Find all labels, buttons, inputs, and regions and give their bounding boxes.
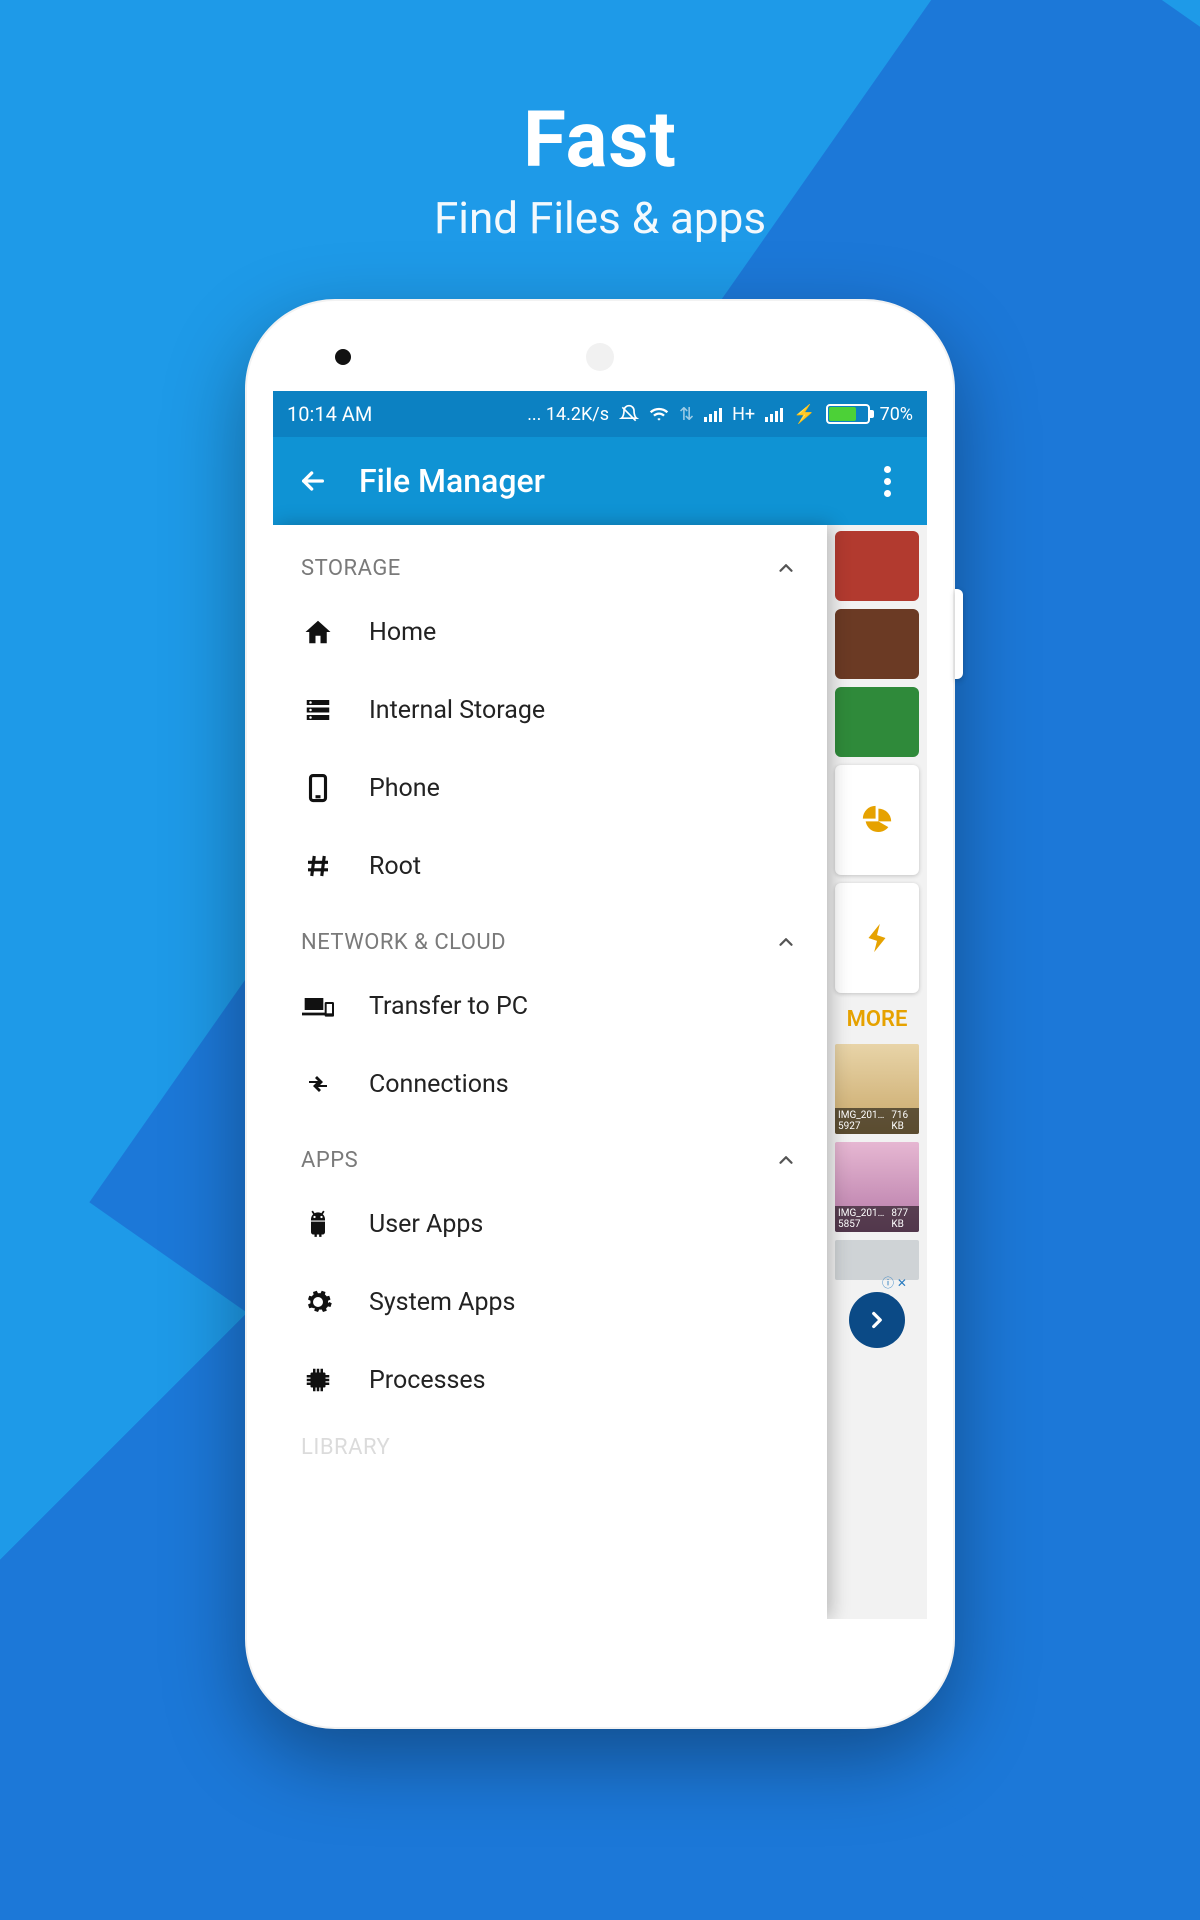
- drawer-section-header-network[interactable]: NETWORK & CLOUD: [273, 905, 827, 967]
- back-button[interactable]: [293, 461, 333, 501]
- drawer-item-label: Phone: [369, 774, 440, 803]
- main-content-underlay: MORE IMG_201…5927716 KB IMG_201…5857877 …: [827, 525, 927, 1619]
- chevron-up-icon: [773, 1147, 799, 1173]
- status-net-speed: ... 14.2K/s: [527, 404, 609, 425]
- drawer-item-label: Connections: [369, 1070, 509, 1099]
- drawer-section-header-storage[interactable]: STORAGE: [273, 525, 827, 593]
- app-title: File Manager: [359, 462, 867, 500]
- status-battery-pct: 70%: [880, 404, 913, 425]
- drawer-item-label: Root: [369, 852, 421, 881]
- device-screen: 10:14 AM ... 14.2K/s ⇅ H+ ⚡ 70%: [273, 391, 927, 1619]
- clean-card[interactable]: [835, 883, 919, 993]
- chip-icon: [301, 1363, 335, 1397]
- category-tile[interactable]: [835, 687, 919, 757]
- promo-subtitle: Find Files & apps: [0, 192, 1200, 244]
- hash-icon: [301, 849, 335, 883]
- drawer-item-system-apps[interactable]: System Apps: [273, 1263, 827, 1341]
- gear-icon: [301, 1285, 335, 1319]
- devices-icon: [301, 989, 335, 1023]
- promo-heading: Fast Find Files & apps: [0, 0, 1200, 244]
- signal-icon-2: [765, 406, 783, 422]
- section-label: STORAGE: [301, 556, 401, 581]
- signal-icon-1: [704, 406, 722, 422]
- app-bar: File Manager: [273, 437, 927, 525]
- storage-icon: [301, 693, 335, 727]
- home-icon: [301, 615, 335, 649]
- drawer-item-label: Home: [369, 618, 436, 647]
- section-label: APPS: [301, 1148, 358, 1173]
- drawer-item-root[interactable]: Root: [273, 827, 827, 905]
- drawer-section-header-peek: LIBRARY: [273, 1419, 827, 1460]
- promo-title: Fast: [0, 95, 1200, 186]
- drawer-item-label: User Apps: [369, 1210, 483, 1239]
- device-frame: 10:14 AM ... 14.2K/s ⇅ H+ ⚡ 70%: [245, 299, 955, 1729]
- drawer-section-header-apps[interactable]: APPS: [273, 1123, 827, 1185]
- image-thumb[interactable]: IMG_201…5857877 KB: [835, 1142, 919, 1232]
- drawer-item-label: Internal Storage: [369, 696, 545, 725]
- drawer-item-internal-storage[interactable]: Internal Storage: [273, 671, 827, 749]
- drawer-item-label: Processes: [369, 1366, 486, 1395]
- drawer-item-phone[interactable]: Phone: [273, 749, 827, 827]
- connections-icon: [301, 1067, 335, 1101]
- forward-fab[interactable]: [849, 1292, 905, 1348]
- status-time: 10:14 AM: [287, 402, 372, 426]
- analyze-card[interactable]: [835, 765, 919, 875]
- chevron-up-icon: [773, 929, 799, 955]
- battery-icon: [826, 404, 870, 424]
- category-tile[interactable]: [835, 609, 919, 679]
- mute-icon: [619, 404, 639, 424]
- drawer-item-connections[interactable]: Connections: [273, 1045, 827, 1123]
- chevron-up-icon: [773, 555, 799, 581]
- status-net-label: H+: [732, 404, 755, 425]
- phone-earpiece: [586, 343, 614, 371]
- wifi-icon: [649, 404, 669, 424]
- data-arrows-icon: ⇅: [679, 404, 694, 425]
- overflow-menu-button[interactable]: [867, 466, 907, 497]
- android-icon: [301, 1207, 335, 1241]
- image-thumb[interactable]: IMG_201…5927716 KB: [835, 1044, 919, 1134]
- phone-icon: [301, 771, 335, 805]
- category-tile[interactable]: [835, 531, 919, 601]
- drawer-item-transfer-pc[interactable]: Transfer to PC: [273, 967, 827, 1045]
- phone-camera: [335, 349, 351, 365]
- drawer-item-label: System Apps: [369, 1288, 515, 1317]
- more-link[interactable]: MORE: [847, 1007, 908, 1032]
- status-bar: 10:14 AM ... 14.2K/s ⇅ H+ ⚡ 70%: [273, 391, 927, 437]
- navigation-drawer: STORAGE Home: [273, 525, 827, 1619]
- charging-icon: ⚡: [793, 404, 815, 425]
- drawer-item-home[interactable]: Home: [273, 593, 827, 671]
- drawer-item-label: Transfer to PC: [369, 992, 528, 1021]
- drawer-item-processes[interactable]: Processes: [273, 1341, 827, 1419]
- drawer-item-user-apps[interactable]: User Apps: [273, 1185, 827, 1263]
- section-label: NETWORK & CLOUD: [301, 930, 506, 955]
